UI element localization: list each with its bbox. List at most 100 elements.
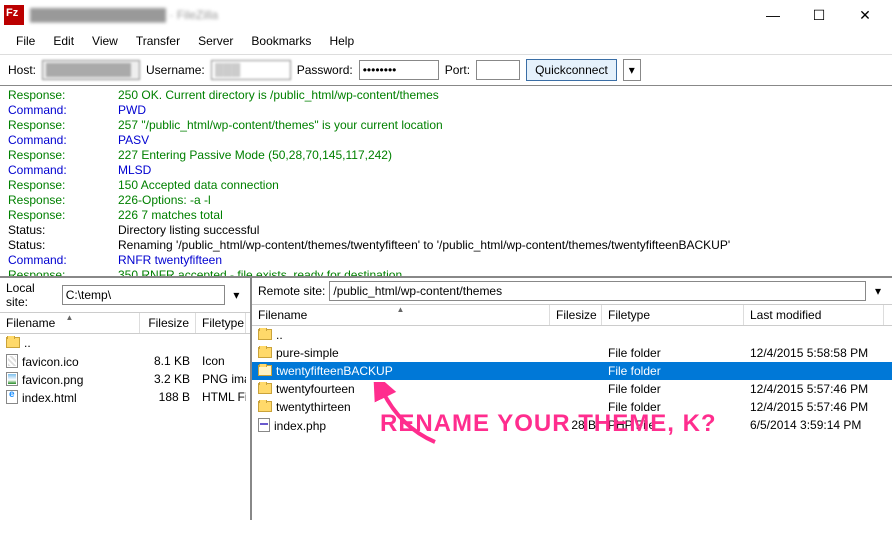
- menu-bookmarks[interactable]: Bookmarks: [243, 32, 319, 50]
- folder-icon: [258, 347, 272, 358]
- filename: pure-simple: [276, 346, 339, 360]
- local-col-filename[interactable]: ▲Filename: [0, 313, 140, 333]
- menu-view[interactable]: View: [84, 32, 126, 50]
- local-path-dropdown[interactable]: ▾: [229, 288, 244, 302]
- remote-path-input[interactable]: [329, 281, 866, 301]
- log-text: Renaming '/public_html/wp-content/themes…: [118, 238, 730, 253]
- log-label: Status:: [8, 223, 118, 238]
- port-input[interactable]: [476, 60, 520, 80]
- log-text: MLSD: [118, 163, 151, 178]
- remote-col-modified[interactable]: Last modified: [744, 305, 884, 325]
- filesize: 28 B: [550, 418, 602, 432]
- log-label: Command:: [8, 133, 118, 148]
- close-button[interactable]: ✕: [842, 0, 888, 30]
- filetype: File folder: [602, 400, 744, 414]
- menu-edit[interactable]: Edit: [45, 32, 82, 50]
- sort-asc-icon: ▲: [397, 305, 405, 314]
- filetype: File folder: [602, 346, 744, 360]
- list-item[interactable]: ..: [252, 326, 892, 344]
- filetype: File folder: [602, 364, 744, 378]
- filename: ..: [276, 328, 283, 342]
- log-text: 226 7 matches total: [118, 208, 223, 223]
- filename: favicon.png: [22, 373, 83, 387]
- log-text: 227 Entering Passive Mode (50,28,70,145,…: [118, 148, 392, 163]
- list-item[interactable]: favicon.png3.2 KBPNG image: [0, 370, 250, 388]
- local-col-filetype[interactable]: Filetype: [196, 313, 246, 333]
- remote-path-dropdown[interactable]: ▾: [870, 284, 886, 298]
- local-path-input[interactable]: [62, 285, 225, 305]
- folder-icon: [6, 337, 20, 348]
- last-modified: 6/5/2014 3:59:14 PM: [744, 418, 884, 432]
- password-label: Password:: [297, 63, 353, 77]
- window-controls: — ☐ ✕: [750, 0, 888, 30]
- remote-site-label: Remote site:: [258, 284, 325, 298]
- list-item[interactable]: index.php28 BPHP File6/5/2014 3:59:14 PM: [252, 416, 892, 434]
- remote-pane: Remote site: ▾ ▲Filename Filesize Filety…: [252, 278, 892, 520]
- last-modified: 12/4/2015 5:58:58 PM: [744, 346, 884, 360]
- folder-icon: [258, 383, 272, 394]
- folder-icon: [258, 329, 272, 340]
- log-label: Response:: [8, 268, 118, 278]
- menu-help[interactable]: Help: [321, 32, 362, 50]
- log-text: 350 RNFR accepted - file exists, ready f…: [118, 268, 402, 278]
- log-label: Response:: [8, 118, 118, 133]
- log-label: Command:: [8, 253, 118, 268]
- log-text: 257 "/public_html/wp-content/themes" is …: [118, 118, 443, 133]
- filetype: Icon: [196, 354, 246, 368]
- username-label: Username:: [146, 63, 205, 77]
- log-text: PWD: [118, 103, 146, 118]
- local-site-bar: Local site: ▾: [0, 278, 250, 313]
- maximize-button[interactable]: ☐: [796, 0, 842, 30]
- filename: twentythirteen: [276, 400, 351, 414]
- quickconnect-dropdown[interactable]: ▾: [623, 59, 641, 81]
- remote-col-filesize[interactable]: Filesize: [550, 305, 602, 325]
- remote-list-body[interactable]: ..pure-simpleFile folder12/4/2015 5:58:5…: [252, 326, 892, 520]
- filename: index.html: [22, 391, 77, 405]
- remote-col-filename[interactable]: ▲Filename: [252, 305, 550, 325]
- minimize-button[interactable]: —: [750, 0, 796, 30]
- port-label: Port:: [445, 63, 470, 77]
- list-item[interactable]: favicon.ico8.1 KBIcon: [0, 352, 250, 370]
- log-label: Response:: [8, 178, 118, 193]
- log-text: 150 Accepted data connection: [118, 178, 279, 193]
- host-input[interactable]: [42, 60, 140, 80]
- filetype: File folder: [602, 382, 744, 396]
- password-input[interactable]: [359, 60, 439, 80]
- local-list-body[interactable]: .. favicon.ico8.1 KBIconfavicon.png3.2 KB…: [0, 334, 250, 520]
- sort-asc-icon: ▲: [66, 313, 74, 322]
- list-item[interactable]: twentyfourteenFile folder12/4/2015 5:57:…: [252, 380, 892, 398]
- last-modified: 12/4/2015 5:57:46 PM: [744, 400, 884, 414]
- list-item[interactable]: twentythirteen File folder12/4/2015 5:57:…: [252, 398, 892, 416]
- menu-server[interactable]: Server: [190, 32, 241, 50]
- log-label: Response:: [8, 208, 118, 223]
- filesize: 188 B: [140, 390, 196, 404]
- username-input[interactable]: [211, 60, 291, 80]
- titlebar: ████████████████ · FileZilla — ☐ ✕: [0, 0, 892, 30]
- folder-open-icon: [258, 365, 272, 376]
- host-label: Host:: [8, 63, 36, 77]
- list-item[interactable]: ..: [0, 334, 250, 352]
- window-title: ████████████████ · FileZilla: [30, 8, 218, 22]
- log-text: 226-Options: -a -l: [118, 193, 211, 208]
- menu-file[interactable]: File: [8, 32, 43, 50]
- remote-col-filetype[interactable]: Filetype: [602, 305, 744, 325]
- quickconnect-button[interactable]: Quickconnect: [526, 59, 617, 81]
- log-label: Response:: [8, 193, 118, 208]
- log-text: PASV: [118, 133, 149, 148]
- list-item[interactable]: pure-simple File folder12/4/2015 5:58:58 …: [252, 344, 892, 362]
- filename: twentyfourteen: [276, 382, 355, 396]
- log-label: Response:: [8, 148, 118, 163]
- file-panes: Local site: ▾ ▲Filename Filesize Filetyp…: [0, 278, 892, 520]
- filetype: HTML File: [196, 390, 246, 404]
- list-item[interactable]: twentyfifteenBACKUPFile folder: [252, 362, 892, 380]
- menu-transfer[interactable]: Transfer: [128, 32, 188, 50]
- log-text: RNFR twentyfifteen: [118, 253, 222, 268]
- log-pane[interactable]: Response:250 OK. Current directory is /p…: [0, 86, 892, 278]
- filename: ..: [24, 336, 31, 350]
- folder-icon: [258, 401, 272, 412]
- filename: favicon.ico: [22, 355, 79, 369]
- remote-list-header: ▲Filename Filesize Filetype Last modifie…: [252, 305, 892, 326]
- list-item[interactable]: index.html 188 BHTML File: [0, 388, 250, 406]
- local-col-filesize[interactable]: Filesize: [140, 313, 196, 333]
- local-pane: Local site: ▾ ▲Filename Filesize Filetyp…: [0, 278, 252, 520]
